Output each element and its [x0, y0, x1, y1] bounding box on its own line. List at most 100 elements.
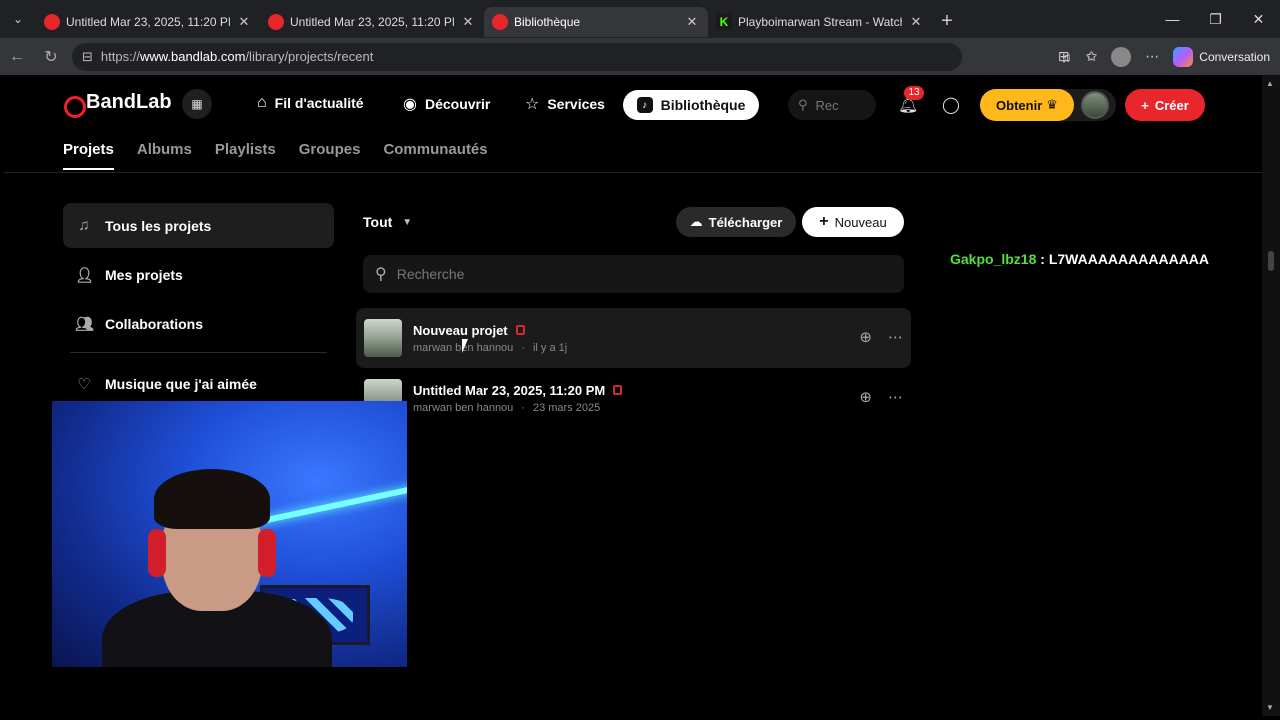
tab-playlists[interactable]: Playlists: [215, 141, 276, 170]
page-scrollbar[interactable]: ▲ ▼: [1262, 75, 1280, 716]
more-options-icon[interactable]: ⋯: [888, 328, 903, 346]
user-avatar[interactable]: [1081, 91, 1109, 119]
crown-icon: ♛: [1046, 97, 1058, 112]
messages-icon[interactable]: ◯: [942, 95, 960, 115]
project-row[interactable]: Untitled Mar 23, 2025, 11:20 PM marwan b…: [356, 368, 911, 428]
led-strip: [253, 482, 407, 526]
site-info-icon[interactable]: ⊟: [82, 49, 93, 65]
project-info: Untitled Mar 23, 2025, 11:20 PM marwan b…: [413, 383, 623, 414]
sidebar-item-liked-music[interactable]: ♡ Musique que j'ai aimée: [63, 361, 334, 406]
close-tab-icon[interactable]: ✕: [460, 14, 476, 30]
create-button[interactable]: + Créer: [1125, 89, 1205, 121]
bandlab-logo[interactable]: BandLab: [62, 91, 172, 118]
sidebar-item-all-projects[interactable]: ♫ Tous les projets: [63, 203, 334, 248]
home-icon: ⌂: [257, 94, 267, 111]
music-note-icon: ♫: [78, 217, 90, 234]
nav-library[interactable]: ♪ Bibliothèque: [623, 90, 759, 120]
headset-earcup: [258, 529, 276, 577]
site-search-input[interactable]: ⚲ Rec: [788, 90, 876, 120]
person-hair: [154, 469, 270, 529]
browser-tab-4[interactable]: K Playboimarwan Stream - Watch Live ✕: [708, 7, 932, 37]
sidebar-item-my-projects[interactable]: 👤︎ Mes projets: [63, 252, 334, 297]
cloud-upload-icon: ☁: [689, 214, 703, 229]
extensions-icon[interactable]: ♫: [1061, 49, 1072, 65]
users-icon: 👥︎: [75, 315, 95, 333]
project-name[interactable]: Nouveau projet: [413, 323, 508, 338]
sidebar-item-collaborations[interactable]: 👥︎ Collaborations: [63, 301, 334, 346]
scroll-down-icon[interactable]: ▼: [1266, 703, 1274, 712]
discover-icon: ◉: [403, 96, 417, 113]
scroll-up-icon[interactable]: ▲: [1266, 79, 1274, 88]
url-input[interactable]: ⊟ https://www.bandlab.com/library/projec…: [72, 42, 962, 71]
close-tab-icon[interactable]: ✕: [236, 14, 252, 30]
close-tab-icon[interactable]: ✕: [684, 14, 700, 30]
project-name[interactable]: Untitled Mar 23, 2025, 11:20 PM: [413, 383, 605, 398]
site-header: BandLab ▦ ⌂ Fil d'actualité ◉ Découvrir ☆ S…: [4, 75, 1262, 135]
tab-list-chevron-icon[interactable]: ⌄: [0, 0, 36, 38]
plus-icon: +: [819, 213, 829, 230]
notification-count-badge: 13: [904, 86, 924, 100]
browser-tab-3[interactable]: Bibliothèque ✕: [484, 7, 708, 37]
stream-chat-overlay: Gakpo_lbz18 : L7WAAAAAAAAAAAAA: [950, 251, 1209, 267]
project-row[interactable]: Nouveau projet marwan ben hannou · il y a …: [356, 308, 911, 368]
search-icon: ⚲: [375, 266, 387, 283]
project-search-input[interactable]: ⚲ Recherche: [363, 255, 904, 293]
window-controls: — ❐ ✕: [1151, 0, 1280, 38]
new-project-button[interactable]: + Nouveau: [802, 207, 904, 237]
toolbar-extensions: ♫ ✩ ⋯ Conversation: [1061, 46, 1280, 67]
headset-earcup: [148, 529, 166, 577]
copilot-button[interactable]: Conversation: [1173, 46, 1270, 67]
project-date: il y a 1j: [532, 341, 568, 354]
apps-grid-icon[interactable]: ▦: [182, 89, 212, 119]
project-actions: ⊕ ⋯: [859, 388, 903, 406]
bandlab-logo-icon: [62, 92, 86, 118]
upload-button[interactable]: ☁ Télécharger: [676, 207, 796, 237]
favorites-icon[interactable]: ✩: [1086, 48, 1098, 65]
back-icon[interactable]: ←: [0, 48, 34, 66]
new-tab-icon[interactable]: +: [932, 10, 962, 33]
scrollbar-thumb[interactable]: [1268, 251, 1274, 271]
webcam-overlay: [52, 401, 407, 667]
globe-music-icon[interactable]: ⊕: [859, 328, 872, 346]
close-window-icon[interactable]: ✕: [1237, 0, 1280, 38]
library-sidebar: ♫ Tous les projets 👤︎ Mes projets 👥︎ Collab…: [63, 203, 334, 410]
globe-music-icon[interactable]: ⊕: [859, 388, 872, 406]
music-note-icon: ♪: [636, 97, 653, 113]
nav-feed[interactable]: ⌂ Fil d'actualité: [257, 94, 364, 112]
bandlab-page: BandLab ▦ ⌂ Fil d'actualité ◉ Découvrir ☆ S…: [4, 75, 1262, 716]
minimize-icon[interactable]: —: [1151, 0, 1194, 38]
user-icon: 👤︎: [75, 266, 95, 284]
profile-avatar-icon[interactable]: [1111, 46, 1132, 67]
separator-dot: ·: [521, 341, 525, 354]
tab-title: Bibliothèque: [514, 15, 581, 29]
reload-icon[interactable]: ↻: [34, 47, 68, 67]
obtain-membership-button[interactable]: Obtenir ♛: [980, 89, 1074, 121]
divider: [70, 352, 327, 353]
plus-icon: +: [1141, 97, 1149, 113]
close-tab-icon[interactable]: ✕: [908, 14, 924, 30]
tab-projects[interactable]: Projets: [63, 141, 114, 170]
lock-icon: [613, 385, 623, 395]
project-filter-dropdown[interactable]: Tout ▼: [363, 214, 412, 230]
chat-username: Gakpo_lbz18: [950, 251, 1037, 267]
more-options-icon[interactable]: ⋯: [888, 388, 903, 406]
browser-tab-2[interactable]: Untitled Mar 23, 2025, 11:20 PM ✕: [260, 7, 484, 37]
project-info: Nouveau projet marwan ben hannou · il y a …: [413, 323, 567, 354]
project-thumbnail: [364, 319, 402, 357]
more-menu-icon[interactable]: ⋯: [1145, 48, 1159, 65]
nav-services[interactable]: ☆ Services: [525, 94, 605, 114]
nav-discover[interactable]: ◉ Découvrir: [403, 94, 490, 114]
tab-communities[interactable]: Communautés: [383, 141, 487, 170]
heart-icon: ♡: [77, 375, 91, 393]
project-author[interactable]: marwan ben hannou: [413, 402, 513, 414]
url-text: https://www.bandlab.com/library/projects…: [100, 49, 374, 64]
separator-dot: ·: [521, 401, 525, 414]
tab-albums[interactable]: Albums: [137, 141, 192, 170]
tab-groups[interactable]: Groupes: [299, 141, 361, 170]
copilot-icon: [1173, 46, 1194, 67]
mouse-cursor: [462, 339, 468, 353]
project-date: 23 mars 2025: [532, 401, 601, 414]
browser-tab-1[interactable]: Untitled Mar 23, 2025, 11:20 PM ✕: [36, 7, 260, 37]
restore-icon[interactable]: ❐: [1194, 0, 1237, 38]
tab-title: Playboimarwan Stream - Watch Live: [738, 15, 902, 29]
